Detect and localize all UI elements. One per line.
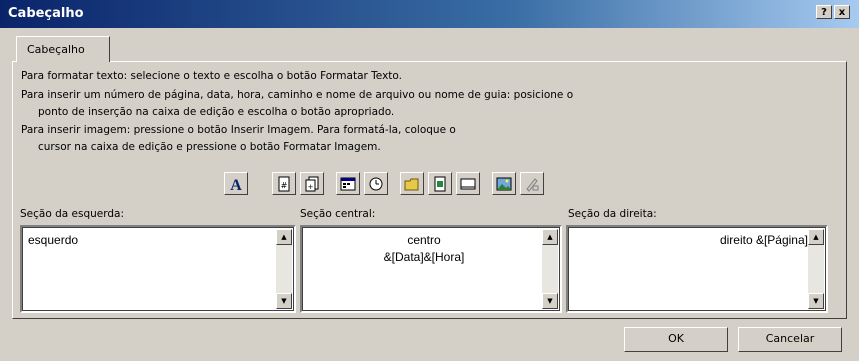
scroll-down-icon[interactable]: ▼ <box>276 293 292 309</box>
file-path-icon <box>404 178 419 190</box>
scroll-down-icon[interactable]: ▼ <box>808 293 824 309</box>
page-number-button[interactable]: # <box>272 172 296 195</box>
date-button[interactable] <box>336 172 360 195</box>
insert-picture-icon <box>496 177 512 190</box>
center-line-1: centro <box>407 233 441 247</box>
ok-button[interactable]: OK <box>624 327 728 352</box>
instruction-line: Para inserir um número de página, data, … <box>21 89 574 101</box>
date-icon <box>340 177 356 190</box>
scroll-up-icon[interactable]: ▲ <box>808 229 824 245</box>
right-scrollbar[interactable]: ▲ ▼ <box>808 229 824 309</box>
format-picture-icon <box>526 177 539 192</box>
total-pages-button[interactable]: + <box>300 172 324 195</box>
right-section-text: direito &[Página] <box>719 233 808 247</box>
center-section-text: centro &[Data]&[Hora] <box>302 232 546 266</box>
center-section-label: Seção central: <box>300 208 376 220</box>
format-picture-button[interactable] <box>520 172 544 195</box>
center-section-editbox[interactable]: centro &[Data]&[Hora] ▲ ▼ <box>300 225 562 313</box>
close-button[interactable]: x <box>834 5 850 19</box>
insert-picture-button[interactable] <box>492 172 516 195</box>
file-name-icon <box>434 176 446 191</box>
format-text-button[interactable]: A <box>224 172 248 195</box>
instruction-line: cursor na caixa de edição e pressione o … <box>38 141 381 153</box>
sheet-name-icon <box>460 178 476 189</box>
cancel-button[interactable]: Cancelar <box>738 327 842 352</box>
file-path-button[interactable] <box>400 172 424 195</box>
left-section-text: esquerdo <box>28 233 79 247</box>
svg-text:+: + <box>308 183 314 191</box>
format-text-icon: A <box>230 177 242 192</box>
tab-cabecalho[interactable]: Cabeçalho <box>16 36 110 62</box>
window-title: Cabeçalho <box>8 6 84 21</box>
instruction-line: ponto de inserção na caixa de edição e e… <box>38 106 395 118</box>
sheet-name-button[interactable] <box>456 172 480 195</box>
right-section-label: Seção da direita: <box>568 208 657 220</box>
total-pages-icon: + <box>305 176 319 191</box>
left-section-label: Seção da esquerda: <box>20 208 125 220</box>
title-bar: Cabeçalho ? x <box>0 0 859 28</box>
right-section-editbox[interactable]: direito &[Página] ▲ ▼ <box>566 225 828 313</box>
time-button[interactable] <box>364 172 388 195</box>
instruction-line: Para formatar texto: selecione o texto e… <box>21 70 402 82</box>
left-section-editbox[interactable]: esquerdo ▲ ▼ <box>20 225 296 313</box>
svg-text:#: # <box>281 181 288 190</box>
svg-text:A: A <box>230 177 242 192</box>
help-button[interactable]: ? <box>816 5 832 19</box>
scroll-up-icon[interactable]: ▲ <box>542 229 558 245</box>
left-scrollbar[interactable]: ▲ ▼ <box>276 229 292 309</box>
time-icon <box>369 177 383 190</box>
instruction-line: Para inserir imagem: pressione o botão I… <box>21 124 456 136</box>
file-name-button[interactable] <box>428 172 452 195</box>
scroll-up-icon[interactable]: ▲ <box>276 229 292 245</box>
center-line-2: &[Data]&[Hora] <box>383 250 465 264</box>
scroll-down-icon[interactable]: ▼ <box>542 293 558 309</box>
page-number-icon: # <box>278 176 290 191</box>
center-scrollbar[interactable]: ▲ ▼ <box>542 229 558 309</box>
